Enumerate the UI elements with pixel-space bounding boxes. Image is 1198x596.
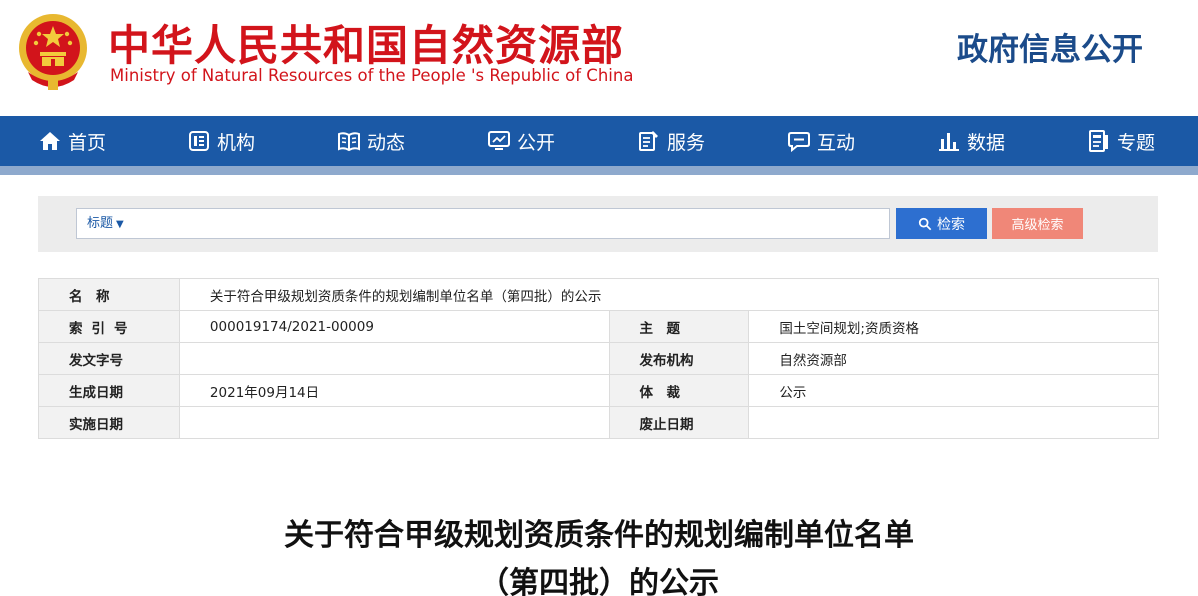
book-icon [338,132,360,152]
site-title-chinese: 中华人民共和国自然资源部 [108,21,625,70]
section-title[interactable]: 政府信息公开 [957,24,1143,69]
nav-divider [0,166,1198,175]
nav-item-interaction[interactable]: 互动 [787,116,855,166]
doc-number-label: 发文字号 [38,342,180,375]
nav-item-label: 公开 [517,131,556,154]
advanced-search-button[interactable]: 高级检索 [992,208,1083,239]
topic-label: 主 题 [608,310,750,343]
article-title-line-1: 关于符合甲级规划资质条件的规划编制单位名单 [284,518,914,553]
search-type-label: 标题 [87,216,114,231]
site-header: 中华人民共和国自然资源部 Ministry of Natural Resourc… [0,0,1198,116]
main-nav: 首页 机构 动态 公开 服务 互动 数据 专题 [0,116,1198,166]
edit-document-icon [639,131,658,151]
organization-icon [189,131,209,151]
effective-date-label: 实施日期 [38,406,180,439]
search-input[interactable] [141,211,881,236]
monitor-icon [488,131,510,150]
topic-icon [1089,130,1108,152]
date-label: 生成日期 [38,374,180,407]
table-row: 实施日期 废止日期 [38,406,1159,439]
date-value: 2021年09月14日 [178,374,610,407]
nav-item-home[interactable]: 首页 [38,116,106,166]
search-icon [918,217,932,230]
document-info-table: 名 称 关于符合甲级规划资质条件的规划编制单位名单（第四批）的公示 索引号 00… [38,278,1160,439]
home-icon [40,132,60,150]
doc-number-value [178,342,610,375]
site-title-english: Ministry of Natural Resources of the Peo… [110,66,634,85]
index-label: 索引号 [38,310,180,343]
issuer-value: 自然资源部 [748,342,1159,375]
genre-value: 公示 [748,374,1159,407]
national-emblem-icon [19,14,87,90]
table-row: 生成日期 2021年09月14日 体 裁 公示 [38,374,1159,407]
search-button-label: 检索 [937,215,965,232]
index-value: 000019174/2021-00009 [178,310,610,343]
search-button[interactable]: 检索 [896,208,987,239]
name-label: 名 称 [38,278,180,311]
chat-icon [788,132,810,153]
effective-date-value [178,406,610,439]
search-panel: 标题 ▼ 检索 高级检索 [38,196,1158,252]
nav-item-data[interactable]: 数据 [937,116,1005,166]
nav-item-disclosure[interactable]: 公开 [487,116,555,166]
nav-item-label: 服务 [667,131,706,154]
topic-value: 国土空间规划;资质资格 [748,310,1159,343]
nav-item-label: 互动 [817,131,856,154]
chevron-down-icon: ▼ [116,219,124,230]
search-type-select[interactable]: 标题 ▼ [87,209,124,238]
nav-item-news[interactable]: 动态 [337,116,405,166]
issuer-label: 发布机构 [608,342,750,375]
table-row: 发文字号 发布机构 自然资源部 [38,342,1159,375]
nav-item-organization[interactable]: 机构 [187,116,255,166]
nav-item-label: 动态 [367,131,406,154]
nav-item-topics[interactable]: 专题 [1087,116,1155,166]
article-title-line-2: （第四批）的公示 [479,566,719,596]
bar-chart-icon [939,133,959,151]
table-row: 名 称 关于符合甲级规划资质条件的规划编制单位名单（第四批）的公示 [38,278,1160,311]
expiry-date-label: 废止日期 [608,406,750,439]
table-row: 索引号 000019174/2021-00009 主 题 国土空间规划;资质资格 [38,310,1159,343]
name-value: 关于符合甲级规划资质条件的规划编制单位名单（第四批）的公示 [178,278,1160,311]
article-title: 关于符合甲级规划资质条件的规划编制单位名单 （第四批）的公示 [0,512,1198,596]
nav-item-label: 专题 [1117,131,1156,154]
nav-item-label: 首页 [68,131,107,154]
nav-item-label: 机构 [217,131,256,154]
nav-item-services[interactable]: 服务 [637,116,705,166]
search-box: 标题 ▼ [76,208,890,239]
genre-label: 体 裁 [608,374,750,407]
nav-item-label: 数据 [967,131,1006,154]
expiry-date-value [748,406,1159,439]
